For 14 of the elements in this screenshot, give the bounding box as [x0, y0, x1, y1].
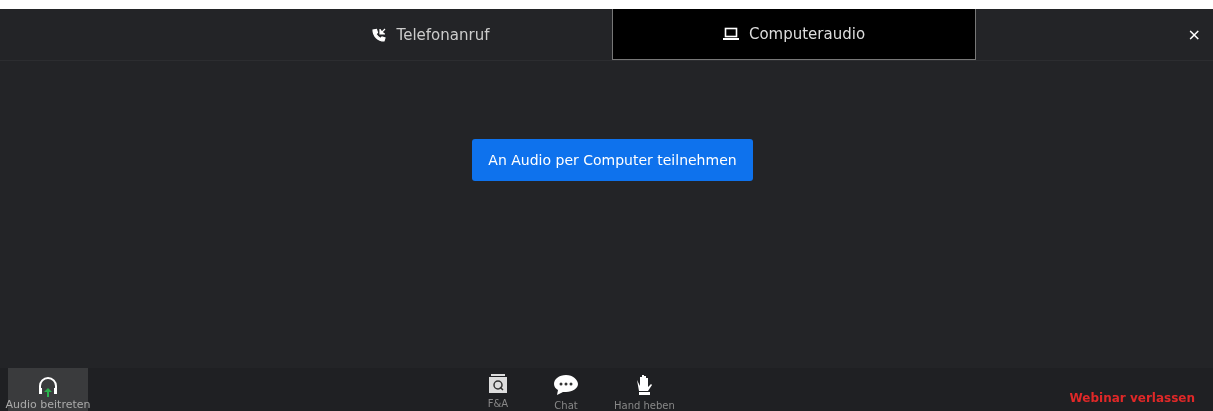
leave-webinar-button[interactable]: Webinar verlassen [1069, 391, 1195, 405]
audio-tab[interactable]: Telefonanruf [248, 9, 612, 60]
chat-icon [553, 374, 579, 396]
laptop-icon [722, 27, 739, 41]
toolbar-button[interactable]: Chat [546, 374, 586, 411]
join-audio-button[interactable]: An Audio per Computer teilnehmen [472, 139, 753, 181]
toolbar-button[interactable]: F&A [478, 374, 518, 411]
audio-tab[interactable]: Computeraudio [612, 9, 976, 60]
headphones-icon [37, 376, 59, 398]
toolbar-button[interactable]: Hand heben [614, 374, 675, 411]
hand-icon [634, 374, 655, 396]
phone-icon [370, 26, 387, 43]
close-button[interactable]: × [1183, 9, 1205, 60]
qa-icon [488, 374, 508, 394]
